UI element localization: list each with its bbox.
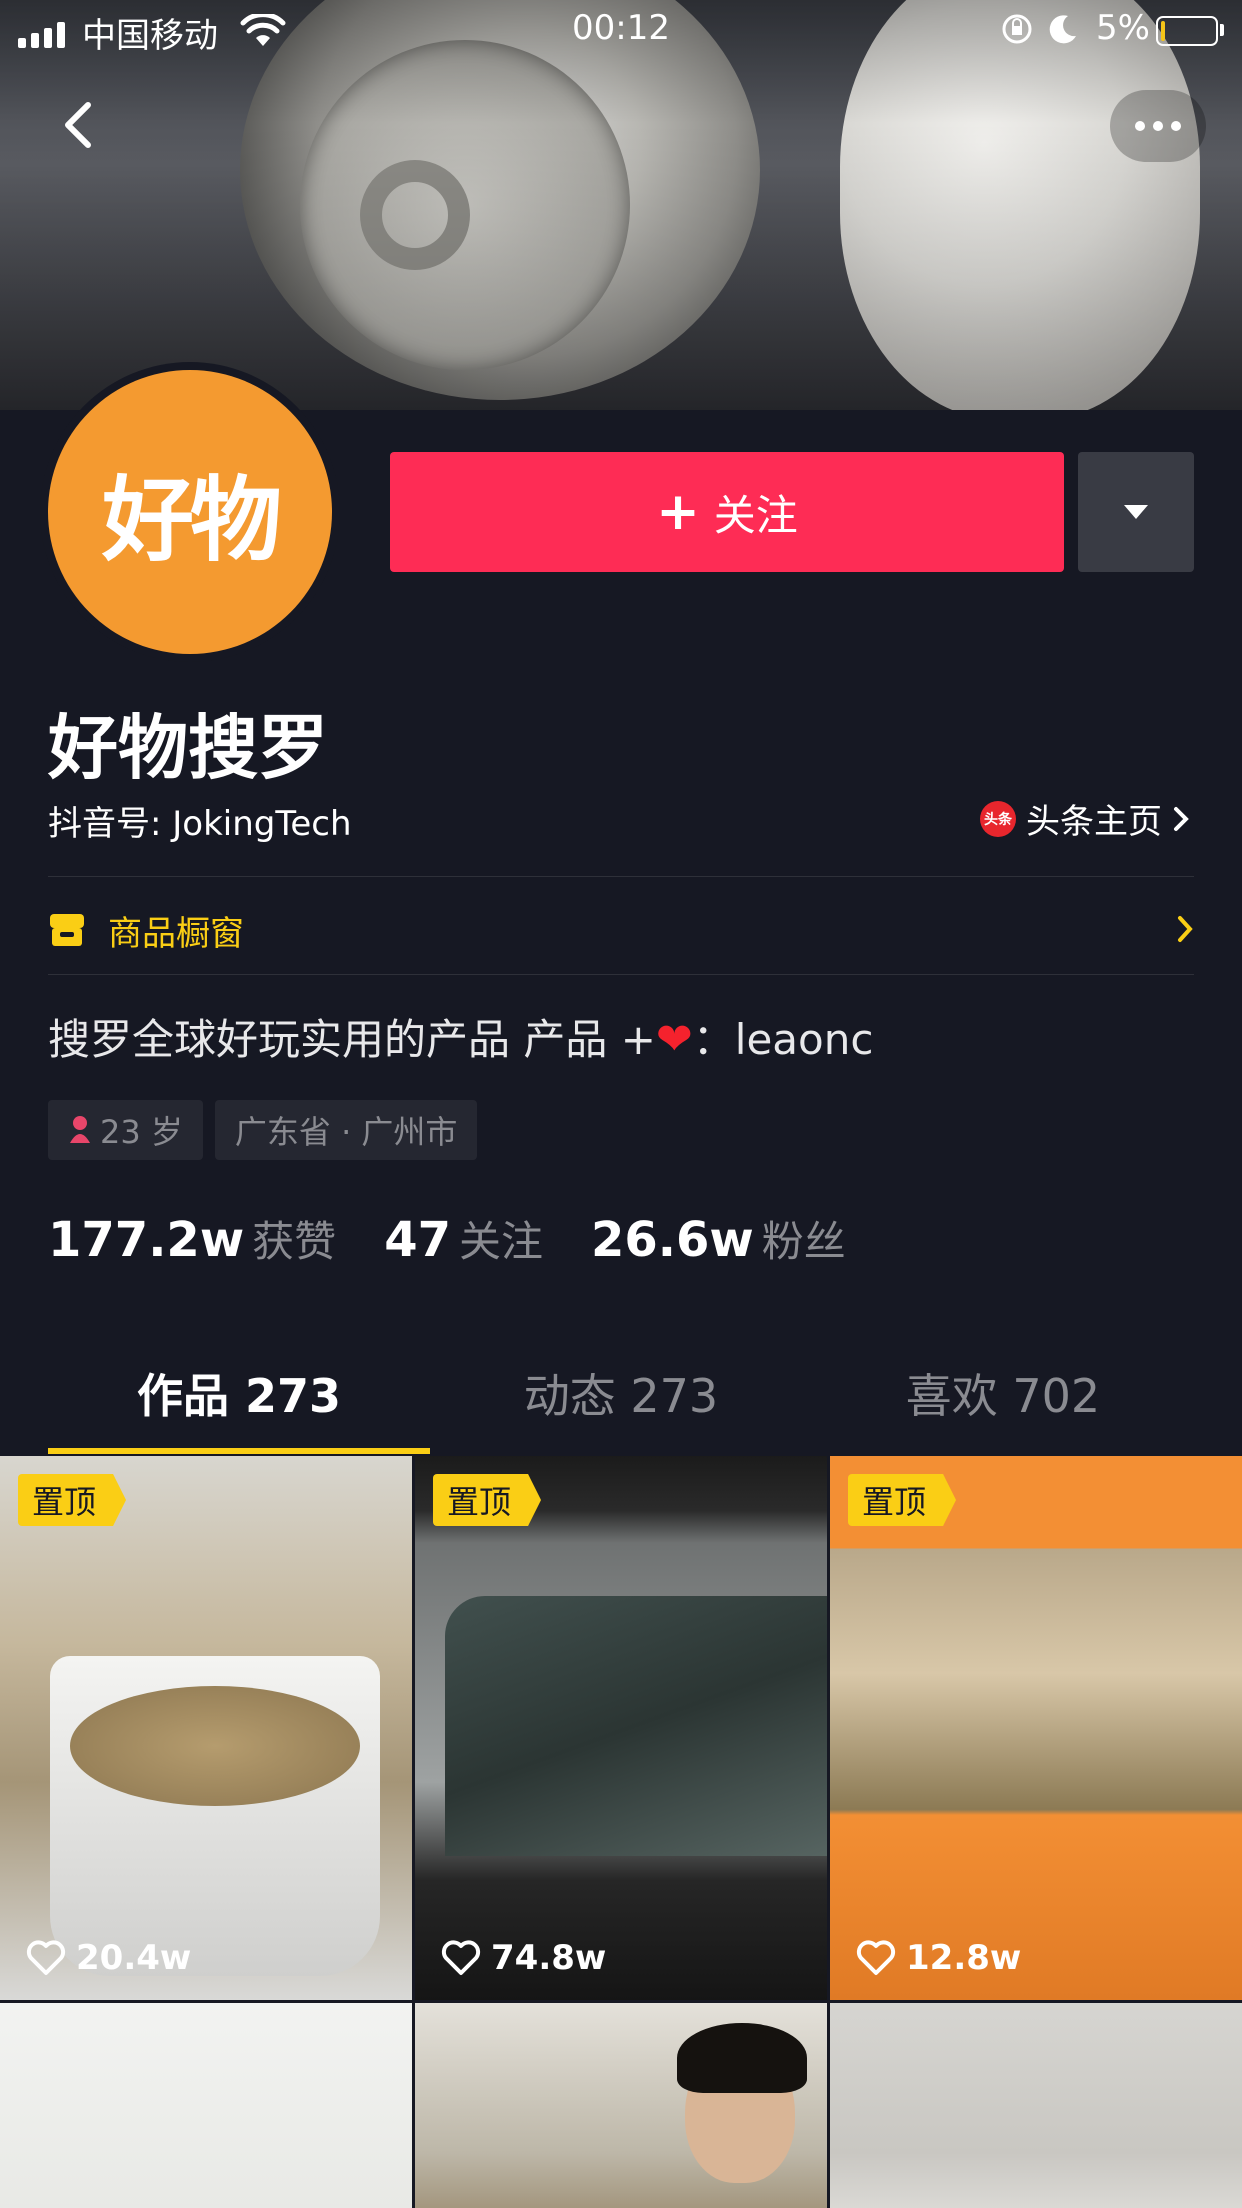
divider — [48, 876, 1194, 877]
avatar[interactable]: 好物 — [40, 362, 340, 662]
shop-window-row[interactable]: 商品橱窗 — [48, 900, 1194, 960]
battery-percent: 5% — [1096, 8, 1150, 48]
bio: 搜罗全球好玩实用的产品 产品 +❤：leaonc — [48, 1006, 873, 1067]
female-icon — [70, 1116, 90, 1143]
recommend-dropdown-button[interactable] — [1078, 452, 1194, 572]
shop-icon — [50, 914, 84, 946]
status-bar: 中国移动 00:12 5% — [0, 0, 1242, 60]
video-thumbnail[interactable]: 置顶 74.8w — [415, 1456, 827, 2000]
location-tag: 广东省 · 广州市 — [214, 1100, 478, 1160]
back-icon[interactable] — [50, 95, 110, 155]
stat-following[interactable]: 47 关注 — [384, 1208, 543, 1269]
video-grid: 置顶 20.4w 置顶 74.8w 置顶 12.8w — [0, 1456, 1242, 2208]
follow-label: 关注 — [713, 490, 798, 540]
follow-button[interactable]: + 关注 — [390, 452, 1064, 572]
heart-outline-icon — [26, 1940, 66, 1975]
douyin-id: 抖音号: JokingTech — [48, 804, 352, 844]
tab-likes[interactable]: 喜欢 702 — [812, 1360, 1194, 1456]
shop-label: 商品橱窗 — [108, 913, 244, 954]
video-thumbnail[interactable] — [0, 2003, 412, 2208]
more-options-button[interactable] — [1110, 90, 1206, 162]
profile-tags: 23 岁 广东省 · 广州市 — [48, 1100, 478, 1160]
video-thumbnail[interactable]: 置顶 12.8w — [830, 1456, 1242, 2000]
stat-likes: 177.2w 获赞 — [48, 1212, 337, 1268]
avatar-logo-text: 好物 — [48, 370, 332, 654]
bio-text: 搜罗全球好玩实用的产品 产品 + — [48, 1015, 656, 1064]
bio-contact: ：leaonc — [692, 1015, 874, 1064]
stat-followers[interactable]: 26.6w 粉丝 — [591, 1208, 846, 1269]
pinned-badge: 置顶 — [18, 1474, 127, 1526]
video-thumbnail[interactable] — [830, 2003, 1242, 2208]
age-tag: 23 岁 — [48, 1100, 203, 1160]
heart-outline-icon — [441, 1940, 481, 1975]
toutiao-label: 头条主页 — [1026, 802, 1162, 842]
pinned-badge: 置顶 — [433, 1474, 542, 1526]
like-count: 74.8w — [441, 1938, 606, 1978]
video-thumbnail[interactable] — [415, 2003, 827, 2208]
tab-dynamics[interactable]: 动态 273 — [430, 1360, 812, 1456]
tab-works[interactable]: 作品 273 — [48, 1360, 430, 1456]
rotation-lock-icon — [1002, 14, 1032, 44]
toutiao-icon: 头条 — [980, 800, 1016, 837]
heart-outline-icon — [856, 1940, 896, 1975]
profile-banner — [0, 0, 1242, 410]
heart-icon: ❤ — [655, 1014, 693, 1065]
like-count: 20.4w — [26, 1938, 191, 1978]
like-count: 12.8w — [856, 1938, 1021, 1978]
moon-icon — [1049, 15, 1076, 44]
profile-tabs: 作品 273 动态 273 喜欢 702 — [48, 1360, 1194, 1456]
chevron-right-icon — [1178, 916, 1193, 942]
profile-stats: 177.2w 获赞 47 关注 26.6w 粉丝 — [48, 1208, 846, 1269]
location-label: 广东省 · 广州市 — [234, 1113, 458, 1151]
dot-icon — [1135, 121, 1145, 131]
age-label: 23 岁 — [100, 1113, 183, 1151]
video-thumbnail[interactable]: 置顶 20.4w — [0, 1456, 412, 2000]
triangle-down-icon — [1124, 505, 1148, 519]
active-tab-indicator — [48, 1448, 430, 1454]
chevron-right-icon — [1174, 806, 1189, 831]
profile-name: 好物搜罗 — [48, 707, 328, 789]
battery-icon — [1156, 16, 1218, 46]
toutiao-homepage-link[interactable]: 头条 头条主页 — [980, 794, 1190, 843]
divider — [48, 974, 1194, 975]
plus-icon: + — [656, 482, 700, 542]
pinned-badge: 置顶 — [848, 1474, 957, 1526]
